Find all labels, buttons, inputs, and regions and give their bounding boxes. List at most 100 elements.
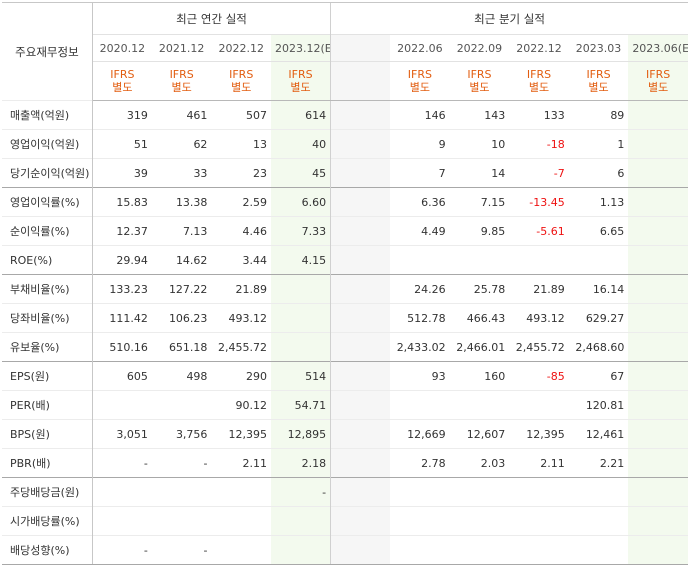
row-label: ROE(%) bbox=[2, 245, 93, 275]
annual-value-cell: 29.94 bbox=[92, 245, 152, 275]
quarter-value-cell bbox=[568, 477, 629, 507]
annual-value-cell: 15.83 bbox=[92, 187, 152, 217]
period-header-row: 2020.12 2021.12 2022.12 2023.12(E) 2022.06 20… bbox=[2, 34, 688, 62]
annual-basis-cell: IFRS 별도 bbox=[270, 61, 331, 101]
quarter-value-cell bbox=[628, 216, 688, 246]
annual-value-cell: 7.33 bbox=[270, 216, 331, 246]
quarter-value-cell: 146 bbox=[390, 100, 450, 130]
table-row: EPS(원) 605 498 290 514 93 160 -85 67 bbox=[2, 361, 688, 391]
table-row: 영업이익(억원) 51 62 13 40 9 10 -18 1 bbox=[2, 129, 688, 159]
quarter-value-cell: -18 bbox=[509, 129, 569, 159]
quarter-value-cell: 14 bbox=[449, 158, 510, 188]
annual-period-header: 2022.12 bbox=[211, 34, 271, 62]
annual-value-cell: - bbox=[151, 535, 212, 565]
annual-period-header: 2023.12(E) bbox=[270, 34, 331, 62]
table-row: 주당배당금(원) - bbox=[2, 477, 688, 507]
quarter-value-cell bbox=[628, 129, 688, 159]
annual-value-cell: 33 bbox=[151, 158, 212, 188]
row-label: 영업이익(억원) bbox=[2, 129, 93, 159]
quarter-value-cell bbox=[509, 535, 569, 565]
table-row: 유보율(%) 510.16 651.18 2,455.72 2,433.02 2,466.… bbox=[2, 332, 688, 362]
quarter-value-cell: -5.61 bbox=[509, 216, 569, 246]
quarter-value-cell: 1 bbox=[568, 129, 629, 159]
row-label: 주당배당금(원) bbox=[2, 477, 93, 507]
ifrs-label: IFRS bbox=[229, 68, 254, 81]
quarter-value-cell: 4.49 bbox=[390, 216, 450, 246]
quarter-value-cell: 2,466.01 bbox=[449, 332, 510, 362]
quarter-value-cell: 2,433.02 bbox=[390, 332, 450, 362]
separate-label: 별도 bbox=[112, 81, 133, 94]
annual-value-cell: 3.44 bbox=[211, 245, 271, 275]
annual-value-cell: 614 bbox=[270, 100, 331, 130]
quarter-basis-cell: IFRS 별도 bbox=[449, 61, 510, 101]
annual-basis-cell: IFRS 별도 bbox=[211, 61, 271, 101]
quarter-value-cell: 143 bbox=[449, 100, 510, 130]
annual-value-cell: - bbox=[92, 535, 152, 565]
annual-value-cell: - bbox=[270, 477, 331, 507]
annual-value-cell: 12,395 bbox=[211, 419, 271, 449]
quarter-value-cell bbox=[449, 535, 510, 565]
annual-value-cell bbox=[92, 506, 152, 536]
quarter-value-cell: 24.26 bbox=[390, 274, 450, 304]
quarter-value-cell: 6.36 bbox=[390, 187, 450, 217]
quarter-value-cell bbox=[509, 390, 569, 420]
quarter-basis-cell: IFRS 별도 bbox=[628, 61, 688, 101]
ifrs-label: IFRS bbox=[526, 68, 552, 81]
quarter-value-cell: 1.13 bbox=[568, 187, 629, 217]
quarter-value-cell: 12,607 bbox=[449, 419, 510, 449]
separator-cell bbox=[330, 100, 391, 130]
annual-value-cell bbox=[270, 506, 331, 536]
table-row: 매출액(억원) 319 461 507 614 146 143 133 89 bbox=[2, 100, 688, 130]
row-label: PBR(배) bbox=[2, 448, 93, 478]
table-row: PBR(배) - -2.11 2.18 2.78 2.03 2.11 2.21 bbox=[2, 448, 688, 478]
quarter-value-cell bbox=[568, 535, 629, 565]
annual-value-cell: 90.12 bbox=[211, 390, 271, 420]
separator-cell bbox=[330, 274, 391, 304]
separate-label: 별도 bbox=[231, 81, 252, 94]
row-label: PER(배) bbox=[2, 390, 93, 420]
quarter-value-cell bbox=[390, 535, 450, 565]
annual-value-cell bbox=[92, 477, 152, 507]
table-row: 영업이익률(%) 15.83 13.38 2.59 6.60 6.36 7.15 -13.45… bbox=[2, 187, 688, 217]
annual-value-cell: 62 bbox=[151, 129, 212, 159]
separator-cell bbox=[330, 419, 391, 449]
quarter-value-cell: 9.85 bbox=[449, 216, 510, 246]
quarter-value-cell: 7.15 bbox=[449, 187, 510, 217]
quarter-value-cell: 16.14 bbox=[568, 274, 629, 304]
financial-summary-table: 주요재무정보 최근 연간 실적 최근 분기 실적 2020.12 2021.12 2… bbox=[2, 2, 688, 565]
table-row: ROE(%) 29.94 14.62 3.44 4.15 bbox=[2, 245, 688, 275]
quarter-value-cell bbox=[628, 303, 688, 333]
quarter-value-cell: -13.45 bbox=[509, 187, 569, 217]
quarter-value-cell: 2.21 bbox=[568, 448, 629, 478]
ifrs-label: IFRS bbox=[586, 68, 611, 81]
annual-value-cell: 127.22 bbox=[151, 274, 212, 304]
separator-cell bbox=[330, 535, 391, 565]
annual-value-cell bbox=[151, 477, 212, 507]
quarter-basis-cell: IFRS 별도 bbox=[509, 61, 569, 101]
annual-period-header: 2021.12 bbox=[151, 34, 212, 62]
quarter-value-cell: 160 bbox=[449, 361, 510, 391]
quarter-value-cell bbox=[628, 535, 688, 565]
annual-value-cell: 290 bbox=[211, 361, 271, 391]
quarter-value-cell bbox=[628, 332, 688, 362]
quarter-value-cell: 512.78 bbox=[390, 303, 450, 333]
quarter-basis-cell: IFRS 별도 bbox=[568, 61, 629, 101]
row-label: 부채비율(%) bbox=[2, 274, 93, 304]
annual-value-cell: 605 bbox=[92, 361, 152, 391]
row-label: 시가배당률(%) bbox=[2, 506, 93, 536]
row-label: 영업이익률(%) bbox=[2, 187, 93, 217]
row-label: BPS(원) bbox=[2, 419, 93, 449]
quarter-value-cell: 6.65 bbox=[568, 216, 629, 246]
annual-value-cell: - bbox=[151, 448, 212, 478]
quarter-value-cell: 2.11 bbox=[509, 448, 569, 478]
table-row: 시가배당률(%) bbox=[2, 506, 688, 536]
annual-value-cell bbox=[211, 477, 271, 507]
annual-value-cell bbox=[270, 332, 331, 362]
separate-label: 별도 bbox=[528, 81, 550, 94]
quarter-period-header: 2022.12 bbox=[509, 34, 569, 62]
annual-value-cell: 2.18 bbox=[270, 448, 331, 478]
quarter-period-header: 2023.06(E) bbox=[628, 34, 688, 62]
table-row: PER(배) 90.12 54.71 120.81 bbox=[2, 390, 688, 420]
separator-cell bbox=[330, 361, 391, 391]
annual-value-cell: 2,455.72 bbox=[211, 332, 271, 362]
